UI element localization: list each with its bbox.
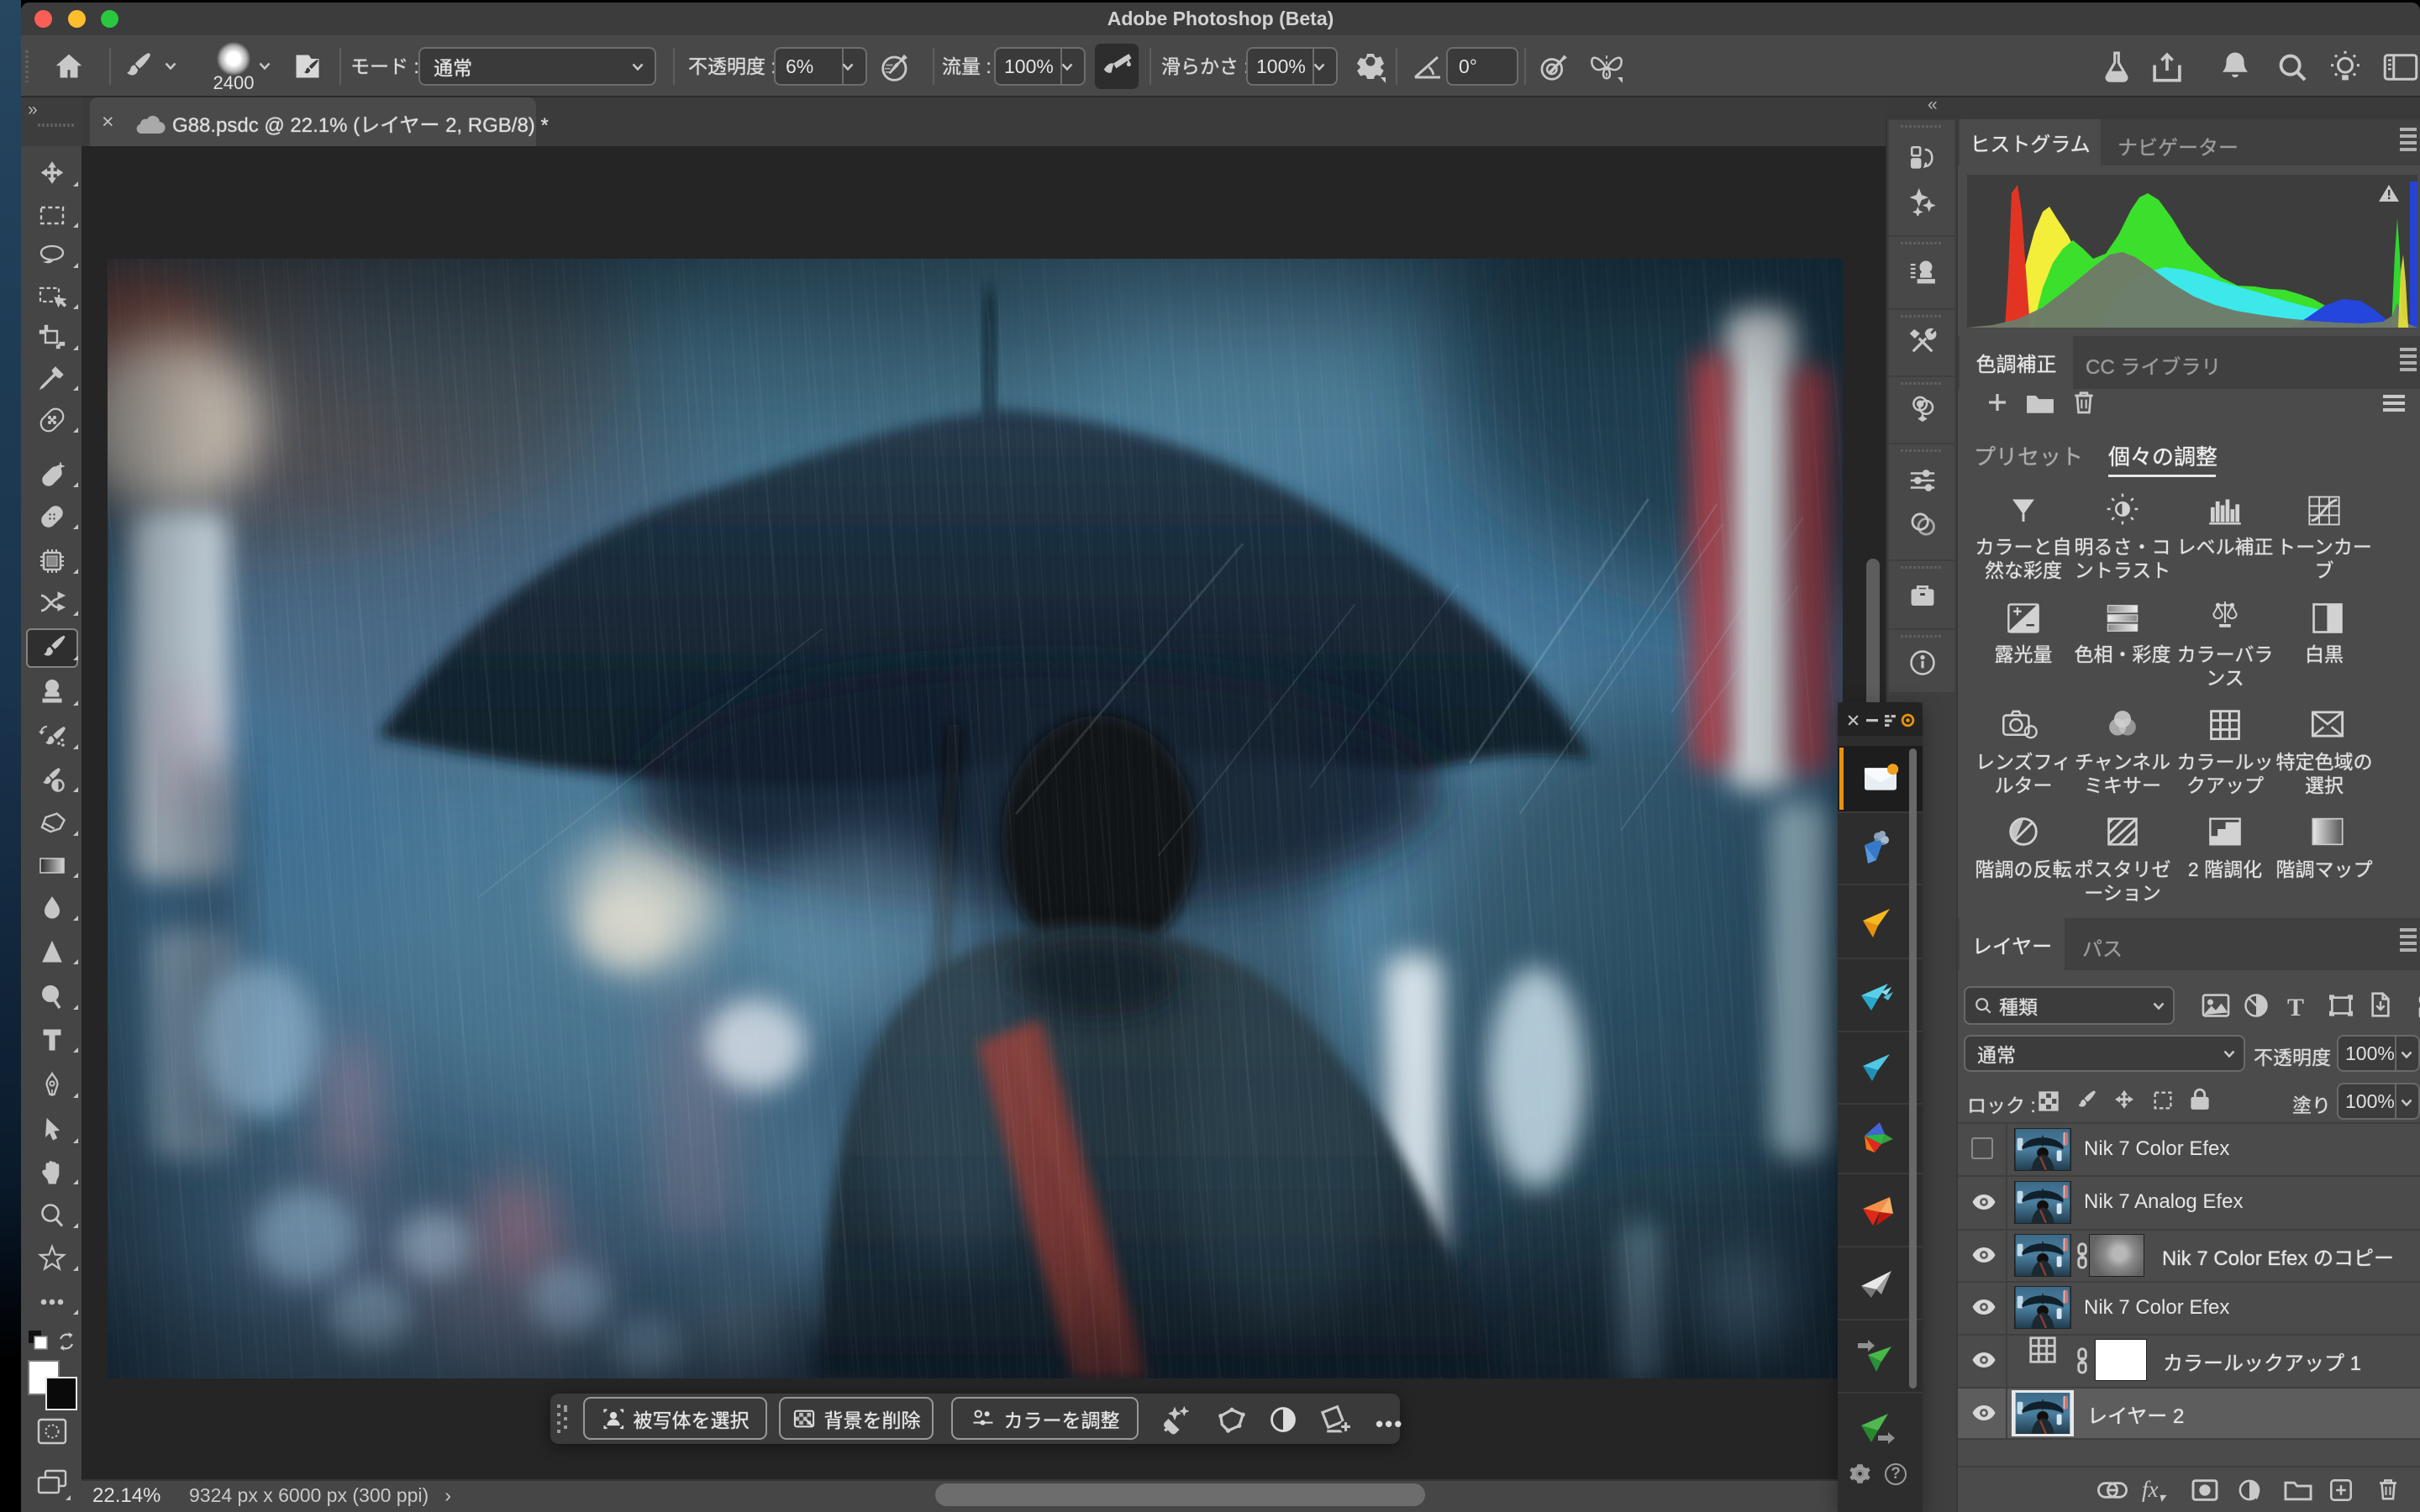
svg-text:▾: ▾	[2254, 1492, 2260, 1502]
